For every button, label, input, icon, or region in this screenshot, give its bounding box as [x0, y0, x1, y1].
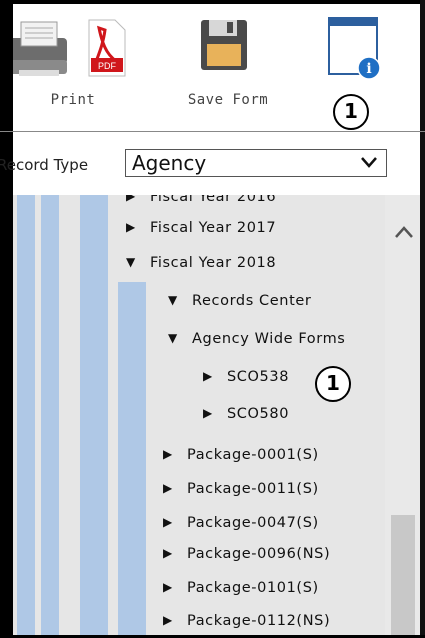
toolbar-divider [0, 131, 425, 132]
chevron-down-icon [361, 157, 377, 168]
window-border-left [0, 0, 13, 638]
caret-down-icon: ▼ [168, 293, 178, 307]
caret-down-icon: ▼ [168, 331, 178, 345]
caret-right-icon: ▶ [126, 195, 136, 203]
callout-badge-tree: 1 [315, 366, 351, 402]
tree-item[interactable]: ▶ SCO580 [203, 406, 289, 428]
record-type-label: Record Type [0, 156, 89, 174]
chevron-up-icon[interactable] [394, 225, 414, 239]
caret-right-icon: ▶ [163, 481, 173, 495]
indent-guide [41, 195, 59, 635]
pdf-text: PDF [98, 61, 117, 71]
tree-item[interactable]: ▼ Records Center [168, 293, 311, 315]
print-button[interactable]: Print [13, 4, 95, 124]
record-type-select[interactable]: Agency [125, 149, 387, 177]
indent-guide [118, 282, 146, 635]
printer-icon [13, 21, 67, 76]
floppy-disk-icon [201, 20, 247, 70]
caret-right-icon: ▶ [203, 369, 213, 383]
tree-item[interactable]: ▼ Agency Wide Forms [168, 331, 345, 353]
scrollbar-thumb[interactable] [391, 515, 415, 635]
tree-item[interactable]: ▶ Fiscal Year 2016 [126, 195, 276, 211]
caret-right-icon: ▶ [163, 546, 173, 560]
tree-item[interactable]: ▶ Package-0101(S) [163, 580, 319, 602]
svg-text:i: i [366, 61, 371, 77]
indent-guide [80, 195, 108, 635]
window-border-right [420, 0, 425, 638]
tree-item[interactable]: ▶ Package-0096(NS) [163, 546, 330, 568]
tree-item[interactable]: ▶ Package-0001(S) [163, 447, 319, 469]
tree-item[interactable]: ▶ Package-0047(S) [163, 515, 319, 537]
tree-item[interactable]: ▶ Fiscal Year 2017 [126, 220, 276, 242]
save-form-label: Save Form [187, 92, 269, 108]
record-tree: ▶ Fiscal Year 2016 ▶ Fiscal Year 2017 ▼ Fis… [13, 195, 385, 635]
caret-right-icon: ▶ [126, 220, 136, 234]
tree-item[interactable]: ▶ SCO538 [203, 369, 289, 391]
record-type-row: Record Type Agency [0, 146, 420, 180]
record-type-value: Agency [132, 151, 207, 175]
caret-right-icon: ▶ [203, 406, 213, 420]
callout-badge-toolbar: 1 [333, 94, 369, 130]
caret-right-icon: ▶ [163, 515, 173, 529]
tree-item[interactable]: ▶ Package-0011(S) [163, 481, 319, 503]
save-form-button[interactable]: Save Form [173, 4, 283, 124]
info-window-icon: i [328, 17, 381, 80]
caret-down-icon: ▼ [126, 255, 136, 269]
caret-right-icon: ▶ [163, 447, 173, 461]
pdf-button[interactable]: PDF [81, 4, 131, 124]
tree-item[interactable]: ▼ Fiscal Year 2018 [126, 255, 276, 277]
caret-right-icon: ▶ [163, 613, 173, 627]
tree-item[interactable]: ▶ Package-0112(NS) [163, 613, 330, 635]
indent-guide [17, 195, 35, 635]
tree-scrollbar[interactable] [385, 195, 420, 635]
caret-right-icon: ▶ [163, 580, 173, 594]
pdf-icon: PDF [88, 19, 126, 77]
